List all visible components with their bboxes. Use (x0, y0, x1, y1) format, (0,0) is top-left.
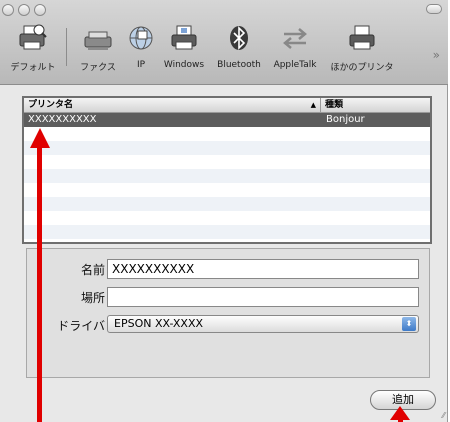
toolbar-appletalk-button[interactable]: AppleTalk (268, 22, 322, 80)
column-header-kind[interactable]: 種類 (321, 98, 343, 112)
windows-printer-icon (169, 22, 199, 54)
location-field[interactable] (107, 287, 419, 307)
toolbar-bluetooth-label: Bluetooth (217, 60, 261, 70)
toolbar-windows-button[interactable]: Windows (160, 22, 208, 80)
toolbar-fax-button[interactable]: ファクス (70, 22, 126, 80)
driver-select[interactable]: EPSON XX-XXXX ⬍ (107, 315, 419, 333)
empty-row (24, 141, 430, 155)
close-window-button[interactable] (2, 4, 14, 16)
empty-row (24, 197, 430, 211)
toolbar-bluetooth-button[interactable]: Bluetooth (212, 22, 266, 80)
column-header-printer-name-label: プリンタ名 (28, 100, 74, 110)
globe-icon (126, 22, 156, 54)
sort-ascending-icon: ▲ (310, 101, 316, 109)
printer-icon (347, 22, 377, 54)
toolbar-default-label: デフォルト (10, 63, 56, 73)
toolbar-other-printers-label: ほかのプリンタ (330, 63, 394, 73)
minimize-window-button[interactable] (18, 4, 30, 16)
toolbar-fax-label: ファクス (80, 63, 116, 73)
chevron-updown-icon: ⬍ (402, 317, 416, 331)
printer-list-header: プリンタ名 ▲ 種類 (24, 98, 430, 113)
annotation-arrowhead-left-icon (30, 128, 50, 148)
driver-select-value: EPSON XX-XXXX (114, 317, 204, 330)
toolbar-default-button[interactable]: デフォルト (2, 22, 64, 80)
toolbar-ip-button[interactable]: IP (124, 22, 158, 80)
printer-row-name: XXXXXXXXXX (28, 114, 97, 125)
toolbar-other-printers-button[interactable]: ほかのプリンタ (326, 22, 398, 80)
printer-row[interactable]: XXXXXXXXXX Bonjour (24, 113, 430, 127)
empty-row (24, 155, 430, 169)
toolbar-ip-label: IP (136, 60, 146, 70)
toolbar-toggle-button[interactable] (426, 4, 442, 14)
empty-row (24, 211, 430, 225)
default-printer-icon (18, 22, 48, 54)
name-field[interactable]: XXXXXXXXXX (107, 259, 419, 279)
bluetooth-icon (224, 22, 254, 54)
empty-row (24, 225, 430, 239)
toolbar-overflow-icon[interactable]: » (433, 48, 440, 62)
column-header-printer-name[interactable]: プリンタ名 ▲ (24, 98, 321, 112)
empty-row (24, 183, 430, 197)
annotation-arrowhead-right-icon (390, 406, 410, 420)
resize-grip-icon[interactable]: ⁄⁄ (442, 411, 445, 420)
printer-list[interactable]: プリンタ名 ▲ 種類 XXXXXXXXXX Bonjour (22, 96, 432, 244)
printer-details-form: 名前： XXXXXXXXXX 場所： ドライバ： EPSON XX-XXXX ⬍ (26, 248, 430, 378)
toolbar-appletalk-label: AppleTalk (273, 60, 317, 70)
empty-row (24, 169, 430, 183)
toolbar: デフォルト ファクス IP Windows Bluetooth AppleTal… (0, 0, 448, 85)
fax-icon (83, 22, 113, 54)
appletalk-icon (280, 22, 310, 54)
zoom-window-button[interactable] (34, 4, 46, 16)
printer-browser-window: デフォルト ファクス IP Windows Bluetooth AppleTal… (0, 0, 448, 422)
empty-row (24, 127, 430, 141)
toolbar-windows-label: Windows (163, 60, 205, 70)
toolbar-separator (66, 28, 67, 66)
printer-row-kind: Bonjour (326, 114, 365, 125)
annotation-arrow-line-left (37, 138, 42, 422)
